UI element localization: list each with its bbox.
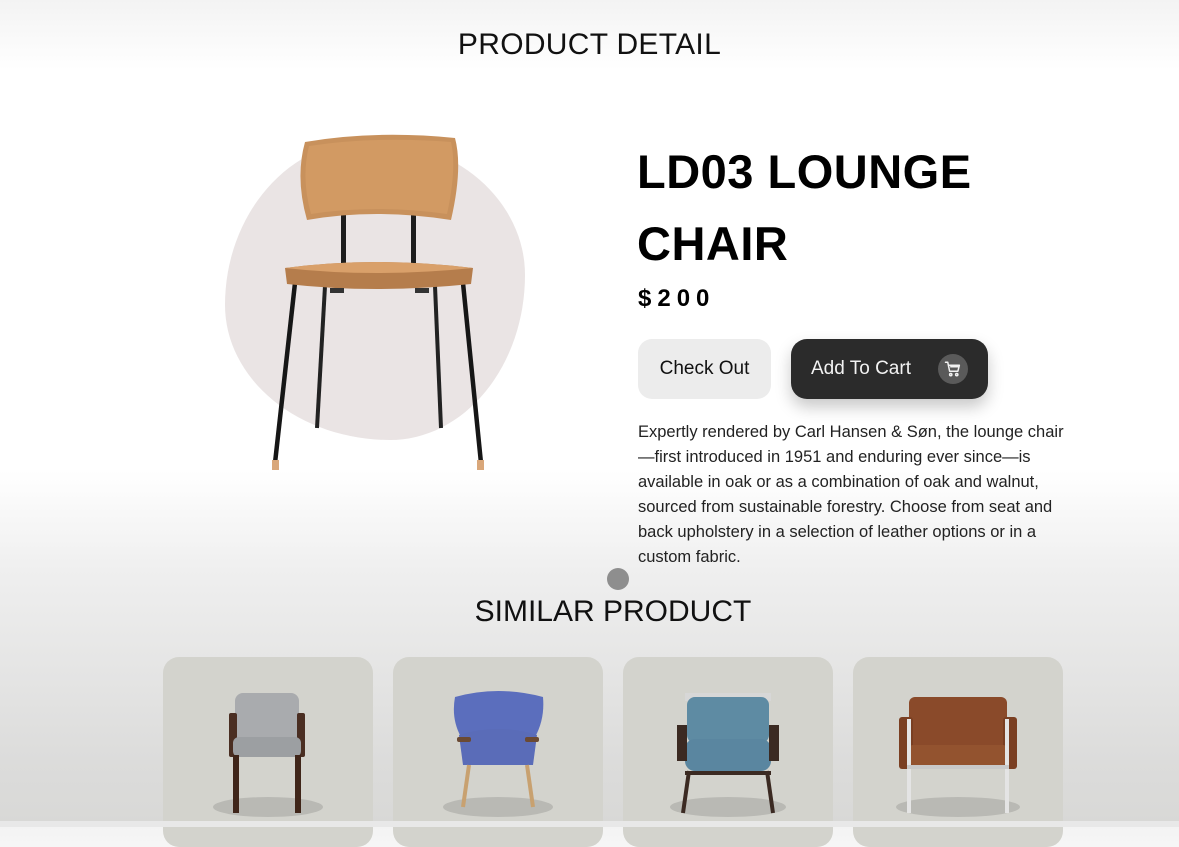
similar-product-heading: SIMILAR PRODUCT	[474, 595, 752, 628]
grey-armchair-image	[213, 693, 323, 817]
product-price: $200	[638, 285, 716, 312]
blue-wingback-chair-image	[443, 691, 553, 817]
similar-product-card[interactable]	[623, 657, 833, 847]
similar-product-card[interactable]	[393, 657, 603, 847]
cart-icon	[938, 354, 968, 384]
cursor-indicator	[607, 568, 629, 590]
wooden-chair-image	[272, 134, 484, 470]
similar-product-card[interactable]	[163, 657, 373, 847]
teal-lounge-chair-image	[670, 693, 786, 817]
checkout-button[interactable]: Check Out	[638, 339, 771, 399]
brown-leather-armchair-image	[896, 697, 1020, 817]
similar-product-card[interactable]	[853, 657, 1063, 847]
add-to-cart-button[interactable]: Add To Cart	[791, 339, 988, 399]
bottom-edge	[0, 821, 1179, 827]
product-title: LD03 LOUNGE CHAIR	[637, 145, 972, 270]
product-description: Expertly rendered by Carl Hansen & Søn, …	[638, 423, 1064, 566]
product-image	[225, 128, 535, 478]
add-to-cart-label: Add To Cart	[811, 358, 911, 379]
page-heading: PRODUCT DETAIL	[457, 28, 722, 61]
